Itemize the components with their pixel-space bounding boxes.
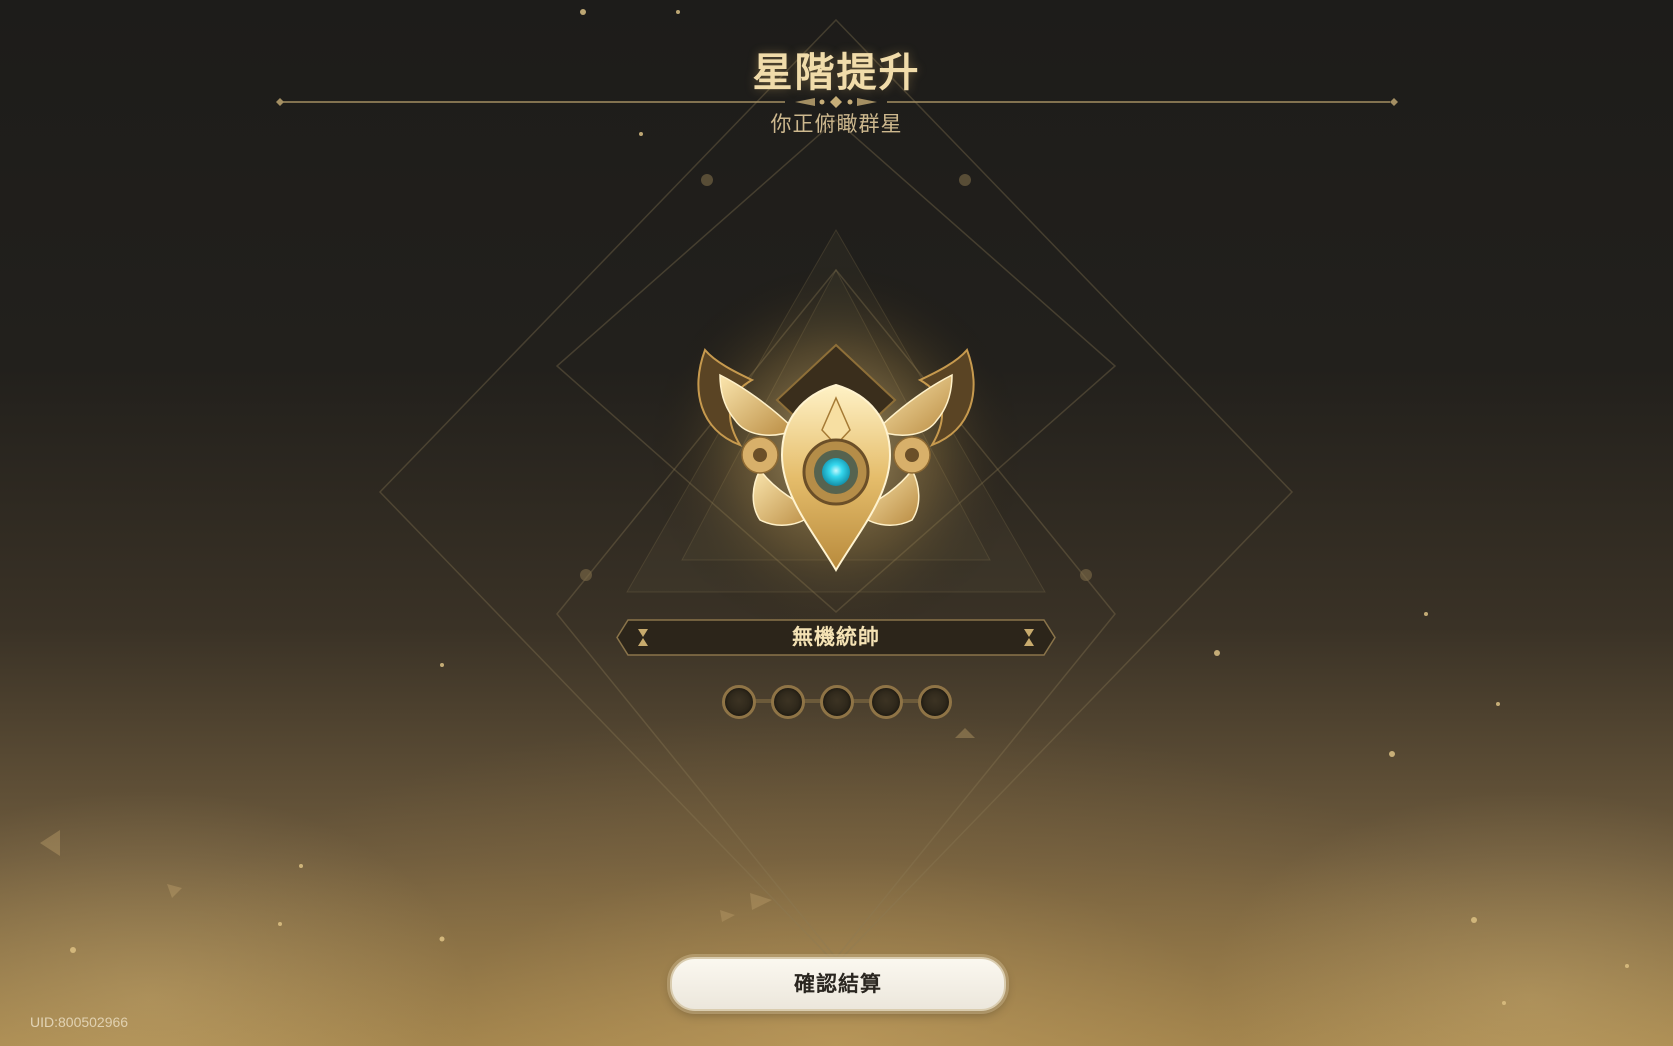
- star-slot-5: [918, 685, 952, 719]
- page-subtitle: 你正俯瞰群星: [770, 112, 903, 136]
- floating-triangles: [40, 728, 975, 922]
- page-title: 星階提升: [752, 50, 921, 96]
- rank-up-screen: 星階提升 你正俯瞰群星 無機統帥 確認結算 UID:800502966: [0, 0, 1673, 1046]
- star-slot-2: [771, 685, 805, 719]
- rank-name-plate: 無機統帥: [616, 619, 1056, 656]
- confirm-settlement-button[interactable]: 確認結算: [670, 957, 1006, 1011]
- uid-label: UID:800502966: [30, 1014, 129, 1030]
- star-progress-track: [716, 683, 956, 719]
- star-slot-1: [722, 685, 756, 719]
- rank-name: 無機統帥: [792, 625, 880, 649]
- star-slot-3: [820, 685, 854, 719]
- background-decoration: [40, 9, 1629, 1005]
- star-slot-4: [869, 685, 903, 719]
